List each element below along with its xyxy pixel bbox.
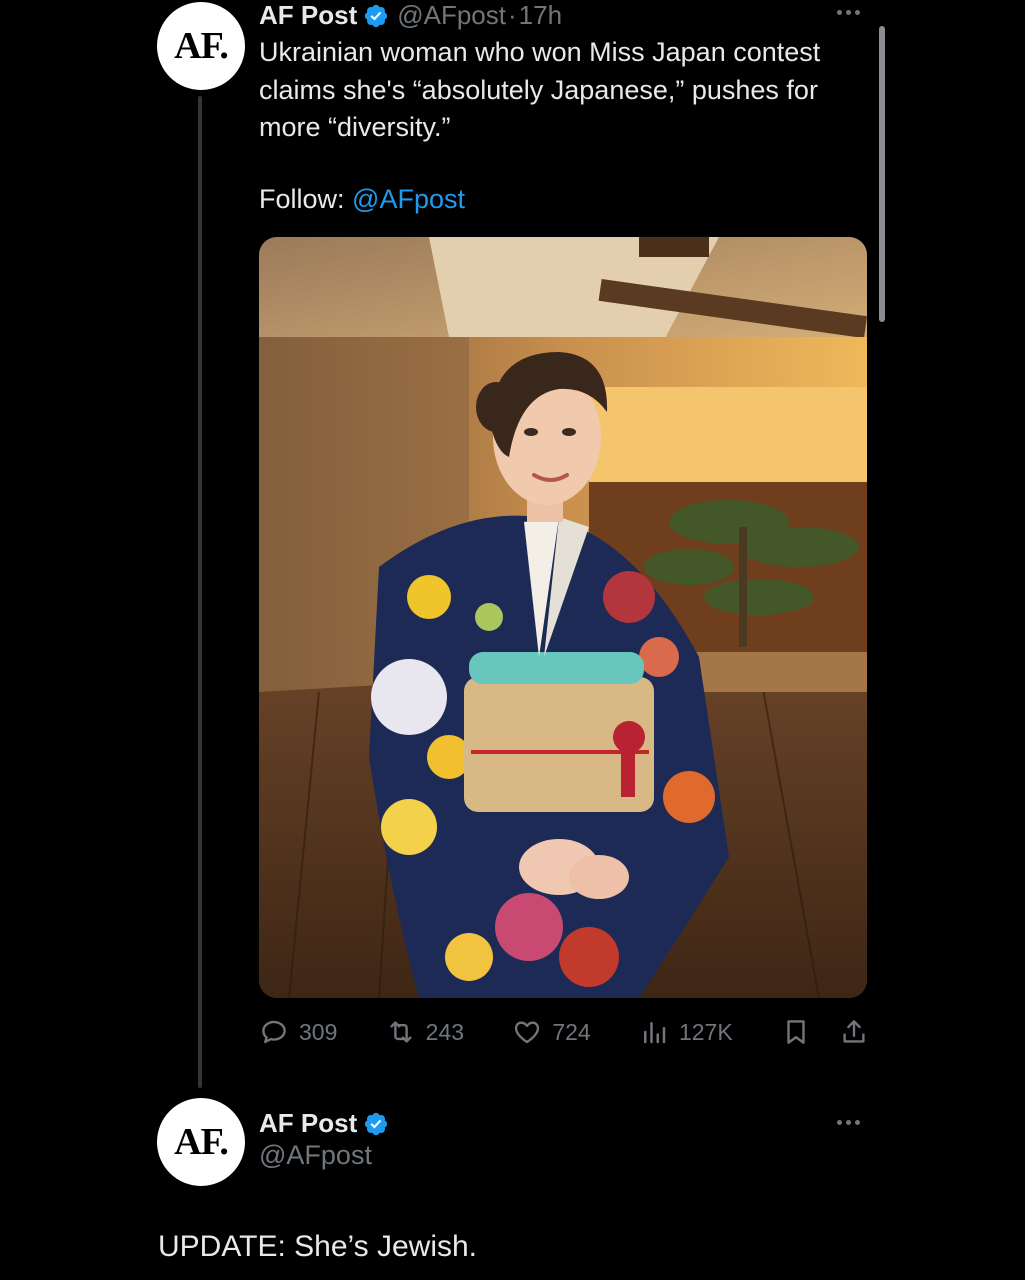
- scrollbar[interactable]: [879, 26, 885, 322]
- author-handle[interactable]: @AFpost: [397, 0, 506, 31]
- avatar[interactable]: AF.: [157, 2, 245, 90]
- author-name[interactable]: AF Post: [259, 0, 357, 31]
- verified-badge-icon: [363, 1111, 389, 1137]
- tweet-photo[interactable]: [259, 237, 867, 998]
- share-icon[interactable]: [839, 1017, 869, 1047]
- like-icon: [515, 1021, 540, 1044]
- views-button[interactable]: 127K: [639, 1017, 733, 1047]
- follow-mention-link[interactable]: @AFpost: [352, 184, 465, 214]
- verified-badge-icon: [363, 3, 389, 29]
- tweet-action-bar: 309 243 724 127K: [259, 1012, 869, 1052]
- reply-author-handle[interactable]: @AFpost: [259, 1140, 372, 1171]
- repost-count: 243: [425, 1018, 465, 1045]
- reply-icon: [262, 1020, 286, 1044]
- reply-avatar[interactable]: AF.: [157, 1098, 245, 1186]
- more-icon[interactable]: [837, 10, 860, 15]
- reply-header: AF Post: [259, 1108, 397, 1139]
- view-count: 127K: [678, 1018, 733, 1045]
- reply-count: 309: [299, 1018, 338, 1045]
- reply-avatar-logo-text: AF.: [174, 1121, 229, 1163]
- tweet-text: Ukrainian woman who won Miss Japan conte…: [259, 37, 821, 142]
- tweet-timestamp[interactable]: 17h: [519, 0, 562, 31]
- repost-button[interactable]: 243: [386, 1017, 464, 1047]
- follow-label: Follow:: [259, 184, 353, 214]
- bookmark-icon[interactable]: [781, 1017, 811, 1047]
- like-count: 724: [552, 1018, 591, 1045]
- actions-right-group: [781, 1017, 869, 1047]
- follow-line: Follow: @AFpost: [259, 184, 465, 215]
- reply-more-icon[interactable]: [837, 1120, 860, 1125]
- repost-icon: [390, 1021, 412, 1043]
- reply-button[interactable]: 309: [259, 1017, 337, 1047]
- thread-connector-line: [198, 96, 202, 1088]
- like-button[interactable]: 724: [512, 1017, 591, 1047]
- reply-text: UPDATE: She’s Jewish.: [158, 1230, 477, 1263]
- header-separator: ·: [508, 0, 517, 30]
- reply-author-name[interactable]: AF Post: [259, 1108, 357, 1139]
- tweet-header: AF Post @AFpost · 17h: [259, 0, 562, 31]
- avatar-logo-text: AF.: [174, 25, 229, 67]
- photo-illustration: [259, 237, 867, 998]
- views-icon: [643, 1022, 666, 1044]
